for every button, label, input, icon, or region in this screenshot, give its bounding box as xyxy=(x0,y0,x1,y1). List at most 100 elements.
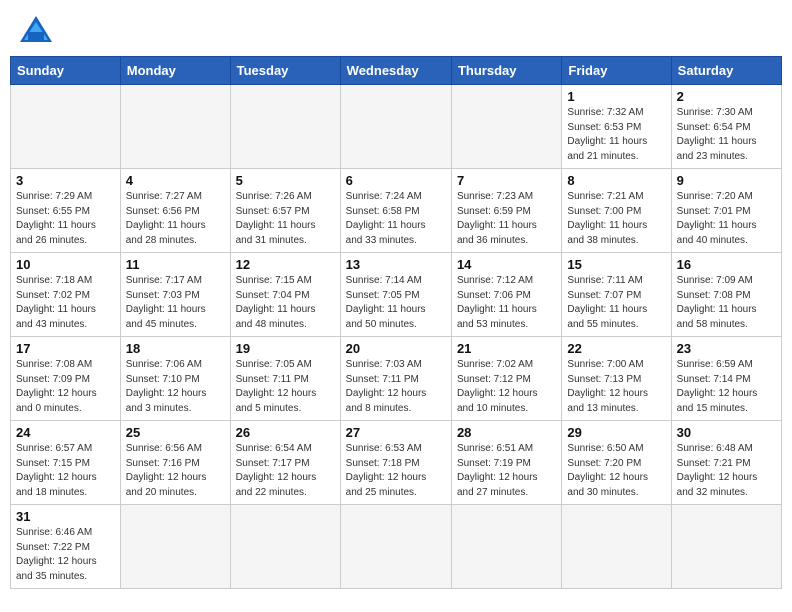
calendar-day-cell: 3Sunrise: 7:29 AM Sunset: 6:55 PM Daylig… xyxy=(11,169,121,253)
day-info: Sunrise: 7:17 AM Sunset: 7:03 PM Dayligh… xyxy=(126,274,225,332)
calendar-day-cell xyxy=(451,505,561,589)
weekday-header-monday: Monday xyxy=(120,57,230,85)
day-info: Sunrise: 7:18 AM Sunset: 7:02 PM Dayligh… xyxy=(16,274,115,332)
weekday-header-row: SundayMondayTuesdayWednesdayThursdayFrid… xyxy=(11,57,782,85)
calendar-day-cell: 4 Sunrise: 7:27 AM Sunset: 6:56 PM Daylig… xyxy=(120,169,230,253)
weekday-header-wednesday: Wednesday xyxy=(340,57,451,85)
day-info: Sunrise: 7:06 AM Sunset: 7:10 PM Dayligh… xyxy=(126,358,225,416)
calendar-day-cell xyxy=(340,505,451,589)
day-number: 23 xyxy=(677,341,776,356)
day-number: 8 xyxy=(567,173,665,188)
day-number: 2 xyxy=(677,89,776,104)
day-number: 5 xyxy=(236,173,335,188)
day-info: Sunrise: 7:27 AM Sunset: 6:56 PM Dayligh… xyxy=(126,190,225,248)
day-info: Sunrise: 7:24 AM Sunset: 6:58 PM Dayligh… xyxy=(346,190,446,248)
calendar-day-cell: 22Sunrise: 7:00 AM Sunset: 7:13 PM Dayli… xyxy=(562,337,671,421)
day-number: 4 xyxy=(126,173,225,188)
calendar-day-cell: 7 Sunrise: 7:23 AM Sunset: 6:59 PM Daylig… xyxy=(451,169,561,253)
day-info: Sunrise: 6:59 AM Sunset: 7:14 PM Dayligh… xyxy=(677,358,776,416)
weekday-header-sunday: Sunday xyxy=(11,57,121,85)
calendar-day-cell: 10 Sunrise: 7:18 AM Sunset: 7:02 PM Dayli… xyxy=(11,253,121,337)
calendar-table: SundayMondayTuesdayWednesdayThursdayFrid… xyxy=(10,56,782,589)
calendar-day-cell xyxy=(230,505,340,589)
calendar-week-row: 10 Sunrise: 7:18 AM Sunset: 7:02 PM Dayli… xyxy=(11,253,782,337)
calendar-day-cell: 24 Sunrise: 6:57 AM Sunset: 7:15 PM Dayli… xyxy=(11,421,121,505)
day-number: 30 xyxy=(677,425,776,440)
calendar-day-cell: 12Sunrise: 7:15 AM Sunset: 7:04 PM Dayli… xyxy=(230,253,340,337)
day-info: Sunrise: 6:56 AM Sunset: 7:16 PM Dayligh… xyxy=(126,442,225,500)
calendar-day-cell xyxy=(451,85,561,169)
calendar-day-cell: 15Sunrise: 7:11 AM Sunset: 7:07 PM Dayli… xyxy=(562,253,671,337)
day-info: Sunrise: 6:53 AM Sunset: 7:18 PM Dayligh… xyxy=(346,442,446,500)
day-number: 16 xyxy=(677,257,776,272)
day-number: 10 xyxy=(16,257,115,272)
day-info: Sunrise: 7:00 AM Sunset: 7:13 PM Dayligh… xyxy=(567,358,665,416)
logo xyxy=(18,14,58,46)
calendar-day-cell: 9 Sunrise: 7:20 AM Sunset: 7:01 PM Daylig… xyxy=(671,169,781,253)
calendar-day-cell xyxy=(340,85,451,169)
calendar-day-cell: 28 Sunrise: 6:51 AM Sunset: 7:19 PM Dayli… xyxy=(451,421,561,505)
day-info: Sunrise: 7:05 AM Sunset: 7:11 PM Dayligh… xyxy=(236,358,335,416)
calendar-day-cell: 13 Sunrise: 7:14 AM Sunset: 7:05 PM Dayli… xyxy=(340,253,451,337)
day-info: Sunrise: 7:21 AM Sunset: 7:00 PM Dayligh… xyxy=(567,190,665,248)
calendar-day-cell: 21 Sunrise: 7:02 AM Sunset: 7:12 PM Dayli… xyxy=(451,337,561,421)
calendar-day-cell: 18 Sunrise: 7:06 AM Sunset: 7:10 PM Dayli… xyxy=(120,337,230,421)
day-number: 17 xyxy=(16,341,115,356)
day-number: 7 xyxy=(457,173,556,188)
day-number: 21 xyxy=(457,341,556,356)
weekday-header-friday: Friday xyxy=(562,57,671,85)
weekday-header-thursday: Thursday xyxy=(451,57,561,85)
calendar-week-row: 24 Sunrise: 6:57 AM Sunset: 7:15 PM Dayli… xyxy=(11,421,782,505)
day-info: Sunrise: 7:23 AM Sunset: 6:59 PM Dayligh… xyxy=(457,190,556,248)
day-number: 6 xyxy=(346,173,446,188)
day-info: Sunrise: 6:54 AM Sunset: 7:17 PM Dayligh… xyxy=(236,442,335,500)
calendar-day-cell: 29 Sunrise: 6:50 AM Sunset: 7:20 PM Dayli… xyxy=(562,421,671,505)
day-info: Sunrise: 7:14 AM Sunset: 7:05 PM Dayligh… xyxy=(346,274,446,332)
day-number: 19 xyxy=(236,341,335,356)
weekday-header-saturday: Saturday xyxy=(671,57,781,85)
calendar-day-cell xyxy=(120,505,230,589)
day-info: Sunrise: 6:50 AM Sunset: 7:20 PM Dayligh… xyxy=(567,442,665,500)
day-number: 12 xyxy=(236,257,335,272)
calendar-day-cell xyxy=(562,505,671,589)
day-number: 20 xyxy=(346,341,446,356)
calendar-day-cell: 26 Sunrise: 6:54 AM Sunset: 7:17 PM Dayli… xyxy=(230,421,340,505)
calendar-day-cell: 20 Sunrise: 7:03 AM Sunset: 7:11 PM Dayli… xyxy=(340,337,451,421)
day-number: 27 xyxy=(346,425,446,440)
calendar-day-cell: 16 Sunrise: 7:09 AM Sunset: 7:08 PM Dayli… xyxy=(671,253,781,337)
day-info: Sunrise: 7:09 AM Sunset: 7:08 PM Dayligh… xyxy=(677,274,776,332)
calendar-day-cell: 14Sunrise: 7:12 AM Sunset: 7:06 PM Dayli… xyxy=(451,253,561,337)
day-info: Sunrise: 7:29 AM Sunset: 6:55 PM Dayligh… xyxy=(16,190,115,248)
calendar-day-cell xyxy=(11,85,121,169)
day-number: 14 xyxy=(457,257,556,272)
day-info: Sunrise: 7:32 AM Sunset: 6:53 PM Dayligh… xyxy=(567,106,665,164)
calendar-day-cell: 2 Sunrise: 7:30 AM Sunset: 6:54 PM Daylig… xyxy=(671,85,781,169)
generalblue-icon xyxy=(18,14,54,46)
day-info: Sunrise: 6:57 AM Sunset: 7:15 PM Dayligh… xyxy=(16,442,115,500)
calendar-day-cell: 1Sunrise: 7:32 AM Sunset: 6:53 PM Daylig… xyxy=(562,85,671,169)
day-number: 13 xyxy=(346,257,446,272)
calendar-day-cell: 6 Sunrise: 7:24 AM Sunset: 6:58 PM Daylig… xyxy=(340,169,451,253)
calendar-week-row: 31Sunrise: 6:46 AM Sunset: 7:22 PM Dayli… xyxy=(11,505,782,589)
day-number: 9 xyxy=(677,173,776,188)
day-info: Sunrise: 6:51 AM Sunset: 7:19 PM Dayligh… xyxy=(457,442,556,500)
day-number: 24 xyxy=(16,425,115,440)
day-info: Sunrise: 7:30 AM Sunset: 6:54 PM Dayligh… xyxy=(677,106,776,164)
day-number: 29 xyxy=(567,425,665,440)
weekday-header-tuesday: Tuesday xyxy=(230,57,340,85)
day-number: 18 xyxy=(126,341,225,356)
calendar-day-cell: 5Sunrise: 7:26 AM Sunset: 6:57 PM Daylig… xyxy=(230,169,340,253)
day-number: 25 xyxy=(126,425,225,440)
day-number: 26 xyxy=(236,425,335,440)
day-number: 28 xyxy=(457,425,556,440)
day-info: Sunrise: 7:02 AM Sunset: 7:12 PM Dayligh… xyxy=(457,358,556,416)
day-info: Sunrise: 7:11 AM Sunset: 7:07 PM Dayligh… xyxy=(567,274,665,332)
calendar-week-row: 1Sunrise: 7:32 AM Sunset: 6:53 PM Daylig… xyxy=(11,85,782,169)
day-number: 31 xyxy=(16,509,115,524)
day-info: Sunrise: 7:20 AM Sunset: 7:01 PM Dayligh… xyxy=(677,190,776,248)
calendar-day-cell: 17Sunrise: 7:08 AM Sunset: 7:09 PM Dayli… xyxy=(11,337,121,421)
calendar-week-row: 3Sunrise: 7:29 AM Sunset: 6:55 PM Daylig… xyxy=(11,169,782,253)
day-info: Sunrise: 7:03 AM Sunset: 7:11 PM Dayligh… xyxy=(346,358,446,416)
calendar-week-row: 17Sunrise: 7:08 AM Sunset: 7:09 PM Dayli… xyxy=(11,337,782,421)
calendar-day-cell: 25 Sunrise: 6:56 AM Sunset: 7:16 PM Dayli… xyxy=(120,421,230,505)
